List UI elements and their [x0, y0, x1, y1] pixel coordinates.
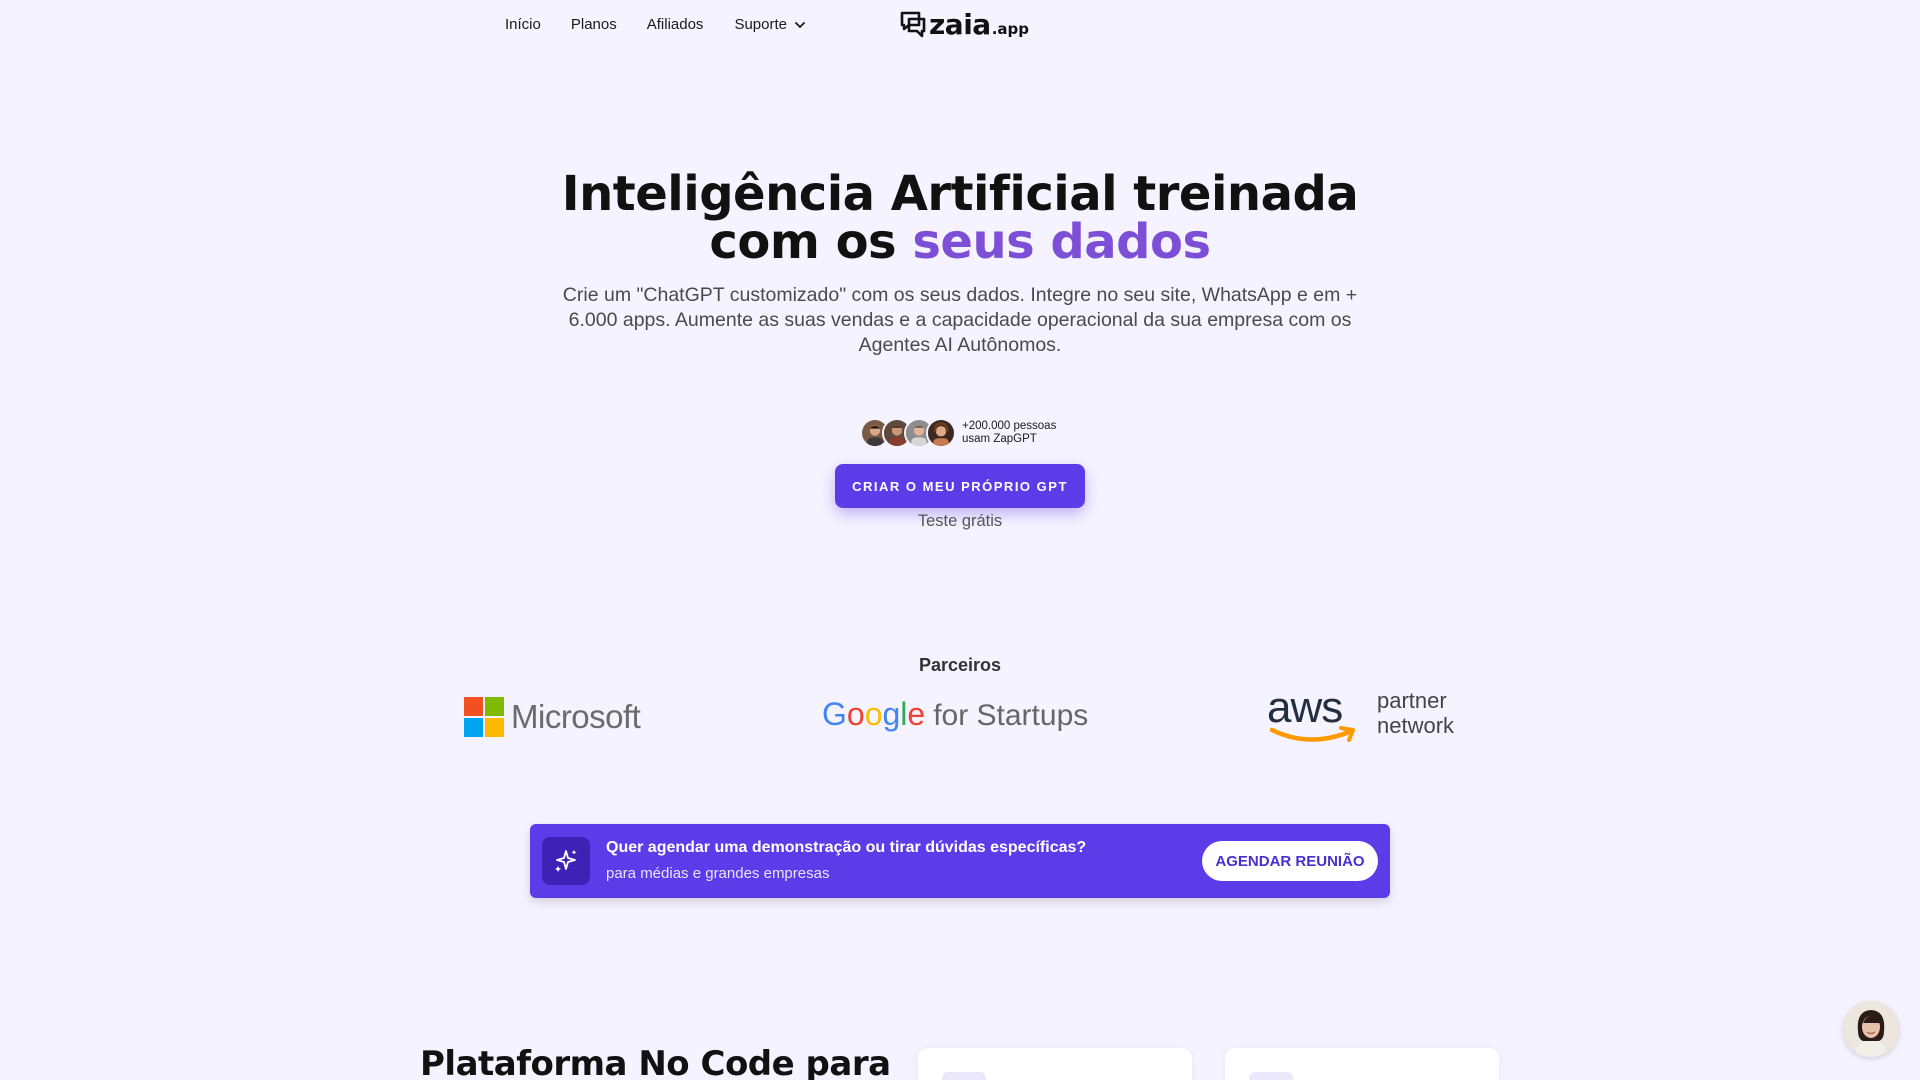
nav-link-planos[interactable]: Planos — [571, 16, 617, 33]
top-navigation: Início Planos Afiliados Suporte zaia .ap… — [0, 0, 1920, 50]
user-avatars — [860, 418, 956, 448]
nav-link-suporte-label: Suporte — [734, 16, 787, 33]
social-proof-line1: +200.000 pessoas — [962, 420, 1057, 432]
social-proof-text: +200.000 pessoas usam ZapGPT — [962, 420, 1056, 446]
banner-title: Quer agendar uma demonstração ou tirar d… — [606, 839, 1087, 856]
partners-heading: Parceiros — [918, 655, 1002, 675]
demo-banner: Quer agendar uma demonstração ou tirar d… — [530, 824, 1390, 898]
google-for-startups-text: for Startups — [933, 699, 1089, 732]
sparkles-icon — [542, 837, 590, 885]
chat-assistant-avatar[interactable] — [1843, 1001, 1899, 1057]
chevron-down-icon — [795, 21, 805, 28]
section-title: Plataforma No Code para — [420, 1044, 891, 1080]
feature-card-icon — [942, 1072, 986, 1080]
aws-partner-network-logo: aws partner network — [1267, 686, 1454, 746]
hero-title: Inteligência Artificial treinada com os … — [0, 170, 1920, 266]
aws-partner-line1: partner — [1377, 688, 1447, 713]
feature-card — [1225, 1048, 1499, 1080]
schedule-meeting-button[interactable]: AGENDAR REUNIÃO — [1202, 841, 1378, 881]
site-logo[interactable]: zaia .app — [899, 10, 1029, 40]
nav-link-suporte[interactable]: Suporte — [734, 16, 806, 33]
hero-subtitle: Crie um "ChatGPT customizado" com os seu… — [562, 284, 1358, 356]
hero-title-accent: seus dados — [912, 214, 1211, 270]
create-gpt-button[interactable]: CRIAR O MEU PRÓPRIO GPT — [835, 464, 1085, 508]
google-wordmark: Google — [822, 696, 926, 732]
feature-card-icon — [1249, 1072, 1293, 1080]
chat-bubbles-icon — [900, 11, 926, 38]
hero-title-line2: com os — [709, 214, 913, 270]
aws-wordmark: aws — [1267, 686, 1361, 746]
social-proof: +200.000 pessoas usam ZapGPT — [860, 418, 1056, 448]
google-for-startups-logo: Google for Startups — [822, 696, 1088, 733]
banner-subtitle: para médias e grandes empresas — [606, 865, 830, 882]
nav-link-afiliados[interactable]: Afiliados — [647, 16, 704, 33]
microsoft-wordmark: Microsoft — [511, 698, 641, 735]
aws-partner-text: partner network — [1377, 688, 1454, 738]
avatar — [926, 418, 956, 448]
assistant-portrait-icon — [1843, 1001, 1899, 1057]
feature-card — [918, 1048, 1192, 1080]
microsoft-grid-icon — [464, 697, 504, 737]
nav-links: Início Planos Afiliados Suporte — [505, 16, 806, 33]
microsoft-logo: Microsoft — [464, 697, 641, 737]
logo-text: zaia — [929, 8, 991, 41]
free-trial-note: Teste grátis — [917, 512, 1003, 530]
aws-partner-line2: network — [1377, 713, 1455, 738]
aws-smile-icon — [1269, 726, 1355, 742]
social-proof-line2: usam ZapGPT — [962, 433, 1037, 445]
logo-suffix: .app — [991, 20, 1029, 38]
nav-link-inicio[interactable]: Início — [505, 16, 541, 33]
